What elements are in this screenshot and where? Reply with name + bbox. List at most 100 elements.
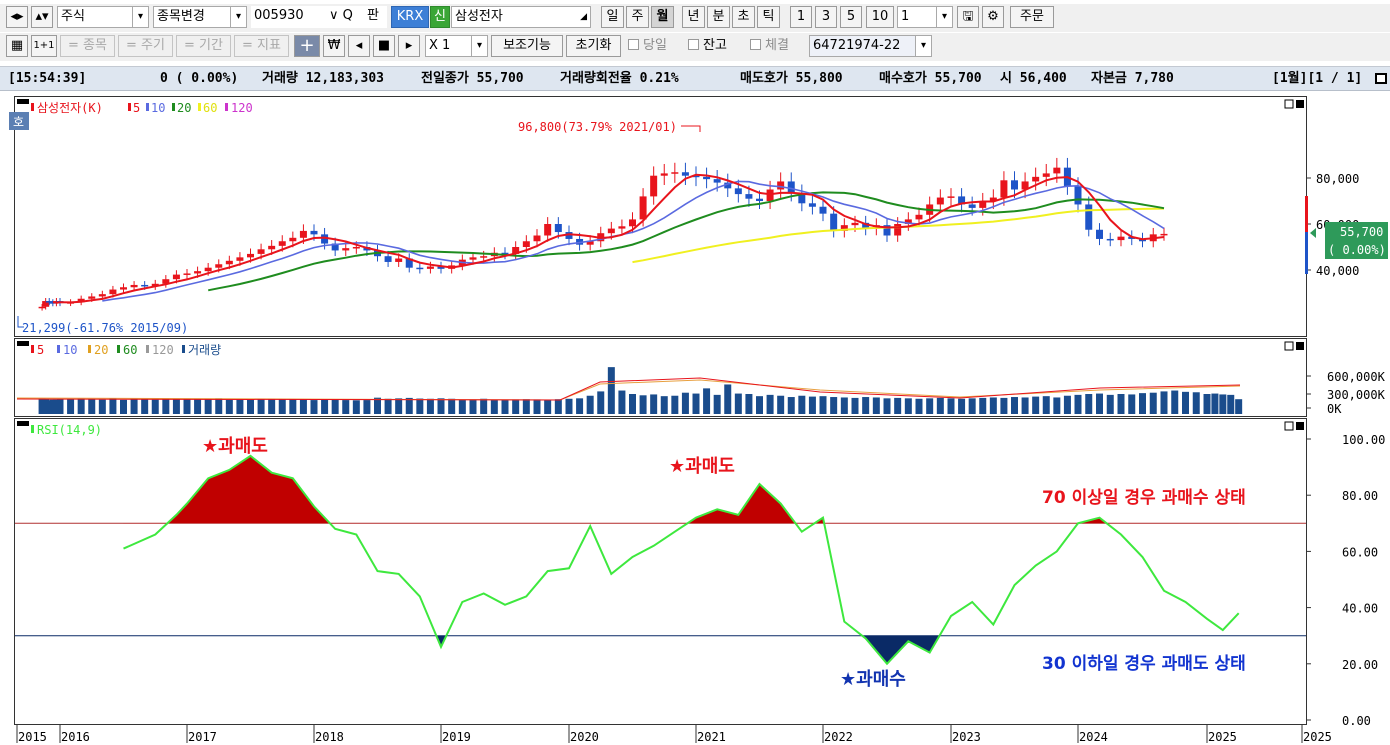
close-icon[interactable] [1296,342,1304,350]
interval-input[interactable]: 1 ▾ [897,6,953,28]
crosshair-icon[interactable]: + [294,35,320,57]
vol-ma60-label: 60 [123,343,137,357]
aux-function-button[interactable]: 보조기능 [491,35,563,57]
link-indicator-button[interactable]: = 지표 [234,35,289,57]
candle [851,222,859,226]
exchange-badge[interactable]: KRX [391,6,429,28]
reset-button[interactable]: 초기화 [566,35,621,57]
minimize-icon[interactable] [1284,421,1294,431]
time-text: [15:54:39] [8,71,87,86]
period-button-6[interactable]: 틱 [757,6,780,28]
market-type-select[interactable]: 주식 ▾ [57,6,149,28]
close-icon[interactable] [1296,100,1304,108]
grid-layout-icon[interactable]: ▦ [6,35,28,57]
volume-bar [437,398,445,414]
interval-button-1[interactable]: 3 [815,6,837,28]
period-button-1[interactable]: 주 [626,6,649,28]
volume-bar [141,399,149,414]
volume-bar [798,395,806,414]
volume-bar [958,398,966,414]
candle [299,230,307,238]
candle [172,274,180,280]
change-text: 0 ( 0.00%) [160,71,239,86]
main-toolbar: ◂▸ ▴▾ 주식 ▾ 종목변경 ▾ 005930 ∨ Q판 KRX 신 삼성전자 ◢ 일… [0,4,1390,32]
scroll-left-icon[interactable]: ◂ [348,35,370,57]
price-legend-title: 삼성전자(K) [37,101,103,115]
period-button-5[interactable]: 초 [732,6,755,28]
volume-bar [533,399,541,414]
volume-bar [830,397,838,414]
change-stock-select[interactable]: 종목변경 ▾ [153,6,247,28]
scroll-right-icon[interactable]: ▸ [398,35,420,57]
won-icon[interactable]: ₩ [323,35,345,57]
candle [554,224,562,233]
multiplier-select[interactable]: X 1 ▾ [425,35,488,57]
candle [268,245,276,250]
candle [1011,180,1018,190]
current-change-text: ( 0.00%) [1328,243,1386,257]
volume-bar [172,398,180,414]
vol-ma120-label: 120 [152,343,174,357]
period-button-4[interactable]: 분 [707,6,730,28]
stock-chart[interactable]: 96,800(73.79% 2021/01) 21,299(-61.76% 201… [0,92,1390,745]
nav-arrows-button[interactable]: ◂▸ [6,6,28,28]
candle [109,289,117,295]
volume-bar [130,398,138,414]
chevron-down-icon: ▾ [471,36,487,56]
search-label[interactable]: 판 [367,6,379,26]
volume-bar [363,400,371,414]
candle [787,181,795,193]
minimize-icon[interactable] [1284,99,1294,109]
link-stock-button[interactable]: = 종목 [60,35,115,57]
volume-bar [480,398,488,414]
updown-arrows-button[interactable]: ▴▾ [31,6,53,28]
volume-bar [1042,396,1050,414]
order-button[interactable]: 주문 [1010,6,1054,28]
panel-toggle-icon[interactable] [17,421,29,426]
x-axis-label: 2017 [188,730,217,744]
balance-checkbox[interactable]: 잔고 [688,35,727,57]
stock-name-field[interactable]: 삼성전자 ◢ [451,6,591,28]
today-checkbox[interactable]: 당일 [628,35,667,57]
link-period-button[interactable]: = 주기 [118,35,173,57]
candle [194,271,202,274]
volume-bar [1074,394,1082,414]
period-button-0[interactable]: 일 [601,6,624,28]
search-dropdown-icon[interactable]: ∨ Q [329,6,353,26]
volume-bar [501,399,509,414]
volume-bar [1011,397,1018,414]
volume-bar [926,398,934,414]
close-icon[interactable] [1296,422,1304,430]
stop-icon[interactable]: ■ [373,35,395,57]
checkbox-icon[interactable] [688,39,699,50]
link-range-button[interactable]: = 기간 [176,35,231,57]
count-button[interactable]: 1+1 [31,35,57,57]
execution-checkbox[interactable]: 체결 [750,35,789,57]
panel-toggle-icon[interactable] [17,341,29,346]
legend-marker-icon [31,345,34,353]
gear-icon[interactable]: ⚙ [982,6,1004,28]
minimize-icon[interactable] [1284,341,1294,351]
period-button-2[interactable]: 월 [651,6,674,28]
interval-button-3[interactable]: 10 [866,6,894,28]
volume-bar [904,398,912,414]
candle [98,294,106,297]
page-indicator: [1월][1 / 1] [1272,71,1363,86]
maximize-icon[interactable] [1375,73,1387,84]
period-button-3[interactable]: 년 [682,6,705,28]
candle [533,235,541,242]
stock-code-input[interactable]: 005930 ∨ Q판 [251,6,387,28]
candle [681,172,689,176]
panel-toggle-icon[interactable] [17,99,29,104]
account-select[interactable]: 64721974-22 ▾ [809,35,932,57]
checkbox-icon[interactable] [750,39,761,50]
interval-button-2[interactable]: 5 [840,6,862,28]
checkbox-icon[interactable] [628,39,639,50]
rsi-axis-label: 80.00 [1342,489,1378,503]
x-axis-label: 2019 [442,730,471,744]
interval-button-0[interactable]: 1 [790,6,812,28]
volume-bar [618,390,626,414]
save-icon[interactable]: 🖫 [957,6,979,28]
volume-bar [1106,394,1114,414]
volume-bar [766,394,774,414]
